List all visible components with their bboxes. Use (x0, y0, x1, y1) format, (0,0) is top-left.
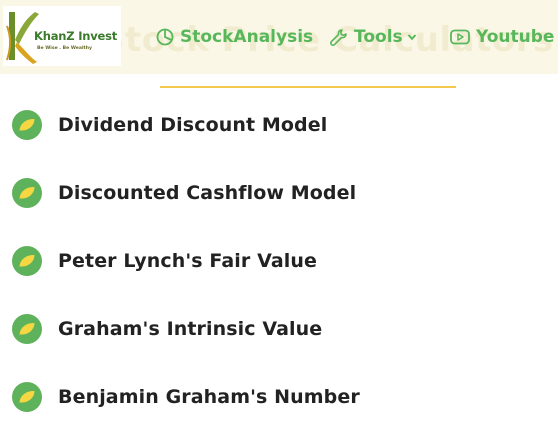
leaf-icon (12, 314, 42, 344)
list-item-graham-intrinsic-value[interactable]: Graham's Intrinsic Value (12, 312, 322, 346)
chevron-down-icon (407, 34, 416, 41)
site-header: Stock Price Calculators KhanZ Invest Be … (0, 0, 558, 74)
leaf-icon (12, 246, 42, 276)
nav-item-label: Youtube (476, 27, 555, 47)
list-item-label: Discounted Cashflow Model (58, 182, 357, 204)
list-item-peter-lynch-fair-value[interactable]: Peter Lynch's Fair Value (12, 244, 317, 278)
nav-item-tools[interactable]: Tools (329, 24, 417, 50)
list-item-dividend-discount-model[interactable]: Dividend Discount Model (12, 108, 327, 142)
youtube-icon (450, 29, 470, 45)
nav-item-stockanalysis[interactable]: StockAnalysis (156, 24, 313, 50)
list-item-discounted-cashflow-model[interactable]: Discounted Cashflow Model (12, 176, 356, 210)
nav-item-label: StockAnalysis (180, 27, 314, 47)
leaf-icon (12, 110, 42, 140)
nav-item-label: Tools (354, 27, 403, 47)
leaf-icon (12, 382, 42, 412)
logo-name: KhanZ Invest (34, 29, 118, 43)
pie-chart-icon (156, 28, 174, 46)
wrench-icon (330, 28, 347, 46)
list-item-label: Benjamin Graham's Number (58, 386, 360, 408)
nav-item-youtube[interactable]: Youtube (450, 24, 554, 50)
list-item-label: Graham's Intrinsic Value (58, 318, 323, 340)
leaf-icon (12, 178, 42, 208)
site-logo[interactable]: KhanZ Invest Be Wise . Be Wealthy (3, 6, 121, 66)
title-underline (160, 86, 456, 88)
list-item-label: Peter Lynch's Fair Value (58, 250, 318, 272)
list-item-benjamin-graham-number[interactable]: Benjamin Graham's Number (12, 380, 360, 414)
page: Stock Price Calculators KhanZ Invest Be … (0, 0, 558, 448)
logo-tagline: Be Wise . Be Wealthy (37, 46, 93, 51)
list-item-label: Dividend Discount Model (58, 114, 328, 136)
